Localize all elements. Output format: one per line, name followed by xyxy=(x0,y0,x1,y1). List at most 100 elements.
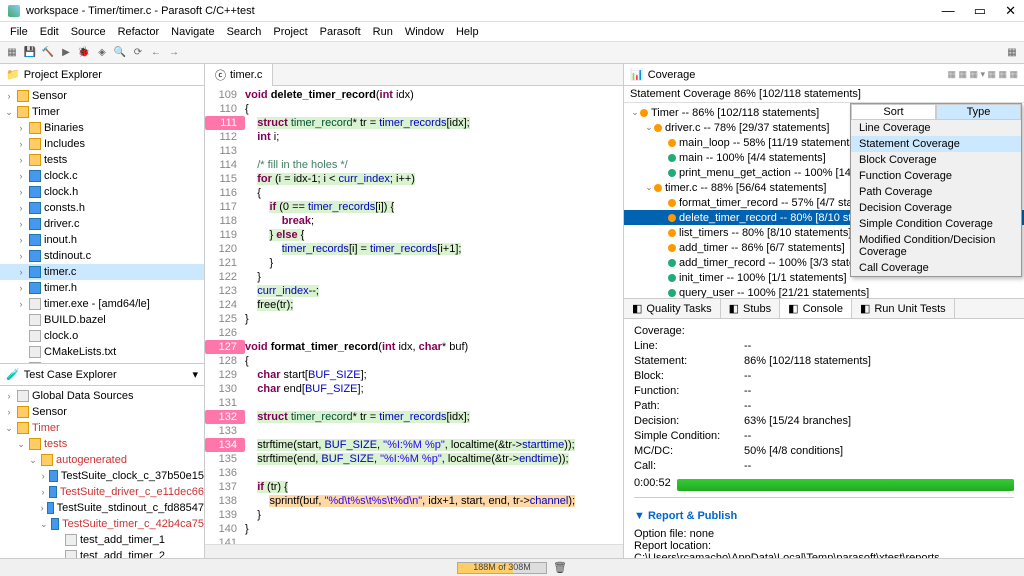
tree-item[interactable]: test_add_timer_2 xyxy=(0,548,204,558)
code-line[interactable]: if (tr) { xyxy=(245,480,288,494)
twisty-icon[interactable]: › xyxy=(16,251,26,261)
code-line[interactable]: break; xyxy=(245,214,314,228)
twisty-icon[interactable]: › xyxy=(16,203,26,213)
code-line[interactable]: /* fill in the holes */ xyxy=(245,158,348,172)
coverage-menu-item[interactable]: Simple Condition Coverage xyxy=(851,216,1021,232)
tree-item[interactable]: ›Global Data Sources xyxy=(0,388,204,404)
test-case-tree[interactable]: ›Global Data Sources›Sensor⌄Timer⌄tests⌄… xyxy=(0,386,204,558)
code-line[interactable]: timer_records[i] = timer_records[i+1]; xyxy=(245,242,461,256)
menu-help[interactable]: Help xyxy=(452,24,483,40)
tree-item[interactable]: BUILD.bazel xyxy=(0,312,204,328)
code-line[interactable]: } else { xyxy=(245,228,304,242)
back-icon[interactable]: ← xyxy=(148,45,164,61)
twisty-icon[interactable]: ⌄ xyxy=(630,107,640,118)
coverage-tab[interactable]: 📊 Coverage ▦ ▦ ▦ ▾ ▦ ▦ ▦ xyxy=(624,64,1024,86)
twisty-icon[interactable]: › xyxy=(4,391,14,401)
coverage-menu-item[interactable]: Block Coverage xyxy=(851,152,1021,168)
menu-window[interactable]: Window xyxy=(401,24,448,40)
close-button[interactable]: ✕ xyxy=(1005,3,1016,18)
editor-scrollbar[interactable] xyxy=(205,544,623,558)
perspective-icon[interactable]: ▦ xyxy=(1004,45,1020,61)
code-line[interactable]: free(tr); xyxy=(245,298,293,312)
twisty-icon[interactable]: › xyxy=(40,487,46,497)
code-line[interactable]: { xyxy=(245,186,261,200)
tree-item[interactable]: clock.o xyxy=(0,328,204,344)
coverage-menu-item[interactable]: Function Coverage xyxy=(851,168,1021,184)
code-line[interactable]: void format_timer_record(int idx, char* … xyxy=(245,340,468,354)
tree-item[interactable]: ›TestSuite_driver_c_e11dec66 xyxy=(0,484,204,500)
maximize-button[interactable]: ▭ xyxy=(974,3,986,18)
memory-gauge[interactable]: 188M of 308M xyxy=(457,562,547,574)
code-line[interactable]: struct timer_record* tr = timer_records[… xyxy=(245,410,470,424)
test-icon[interactable]: ◈ xyxy=(94,45,110,61)
forward-icon[interactable]: → xyxy=(166,45,182,61)
menu-project[interactable]: Project xyxy=(269,24,311,40)
new-icon[interactable]: ▦ xyxy=(4,45,20,61)
code-line[interactable]: for (i = idx-1; i < curr_index; i++) xyxy=(245,172,415,186)
twisty-icon[interactable]: › xyxy=(16,123,26,133)
code-line[interactable]: } xyxy=(245,522,249,536)
twisty-icon[interactable]: › xyxy=(16,219,26,229)
code-line[interactable]: } xyxy=(245,270,261,284)
project-explorer-tree[interactable]: ›Sensor⌄Timer›Binaries›Includes›tests›cl… xyxy=(0,86,204,363)
tree-item[interactable]: ›driver.c xyxy=(0,216,204,232)
twisty-icon[interactable]: ⌄ xyxy=(644,122,654,133)
code-line[interactable]: strftime(start, BUF_SIZE, "%I:%M %p", lo… xyxy=(245,438,575,452)
coverage-menu-item[interactable]: Decision Coverage xyxy=(851,200,1021,216)
save-icon[interactable]: 💾 xyxy=(22,45,38,61)
search-icon[interactable]: 🔍 xyxy=(112,45,128,61)
coverage-menu-item[interactable]: Modified Condition/Decision Coverage xyxy=(851,232,1021,260)
code-editor[interactable]: 109void delete_timer_record(int idx)110{… xyxy=(205,86,623,544)
refresh-icon[interactable]: ⟳ xyxy=(130,45,146,61)
code-line[interactable]: strftime(end, BUF_SIZE, "%I:%M %p", loca… xyxy=(245,452,569,466)
tree-item[interactable]: ›clock.h xyxy=(0,184,204,200)
hammer-icon[interactable]: 🔨 xyxy=(40,45,56,61)
debug-icon[interactable]: 🐞 xyxy=(76,45,92,61)
code-line[interactable]: char start[BUF_SIZE]; xyxy=(245,368,367,382)
tree-item[interactable]: ⌄Timer xyxy=(0,420,204,436)
sort-tab[interactable]: Sort xyxy=(851,104,936,120)
twisty-icon[interactable]: › xyxy=(4,91,14,101)
twisty-icon[interactable]: › xyxy=(16,299,26,309)
twisty-icon[interactable]: › xyxy=(4,407,14,417)
editor-tab-timer-c[interactable]: ⓒ timer.c xyxy=(205,64,273,86)
coverage-tree[interactable]: ⌄Timer -- 86% [102/118 statements]⌄drive… xyxy=(624,103,1024,298)
code-line[interactable]: struct timer_record* tr = timer_records[… xyxy=(245,116,470,130)
twisty-icon[interactable]: › xyxy=(16,171,26,181)
menu-source[interactable]: Source xyxy=(67,24,110,40)
code-line[interactable]: sprintf(buf, "%d\t%s\t%s\t%d\n", idx+1, … xyxy=(245,494,575,508)
coverage-menu-item[interactable]: Statement Coverage xyxy=(851,136,1021,152)
tree-item[interactable]: ›TestSuite_stdinout_c_fd88547 xyxy=(0,500,204,516)
tree-item[interactable]: ›consts.h xyxy=(0,200,204,216)
tree-item[interactable]: ⌄tests xyxy=(0,436,204,452)
coverage-item[interactable]: query_user -- 100% [21/21 statements] xyxy=(624,285,1024,298)
tab-stubs[interactable]: ◧Stubs xyxy=(721,299,781,318)
coverage-menu-item[interactable]: Path Coverage xyxy=(851,184,1021,200)
tree-item[interactable]: test_add_timer_1 xyxy=(0,532,204,548)
code-line[interactable]: curr_index--; xyxy=(245,284,319,298)
twisty-icon[interactable]: ⌄ xyxy=(4,423,14,434)
menu-refactor[interactable]: Refactor xyxy=(114,24,164,40)
tree-item[interactable]: ⌄TestSuite_timer_c_42b4ca75 xyxy=(0,516,204,532)
gc-icon[interactable]: 🗑 xyxy=(553,561,567,574)
tree-item[interactable]: ›timer.h xyxy=(0,280,204,296)
tab-quality-tasks[interactable]: ◧Quality Tasks xyxy=(624,299,721,318)
tree-item[interactable]: ⌄Timer xyxy=(0,104,204,120)
code-line[interactable]: } xyxy=(245,256,273,270)
collapse-icon[interactable]: ▾ xyxy=(192,368,198,381)
tree-item[interactable]: ›Includes xyxy=(0,136,204,152)
coverage-type-menu[interactable]: Sort Type Line CoverageStatement Coverag… xyxy=(850,103,1022,277)
twisty-icon[interactable]: › xyxy=(16,155,26,165)
test-case-explorer-tab[interactable]: 🧪 Test Case Explorer ▾ xyxy=(0,364,204,386)
code-line[interactable]: void delete_timer_record(int idx) xyxy=(245,88,414,102)
code-line[interactable]: char end[BUF_SIZE]; xyxy=(245,382,364,396)
tree-item[interactable]: ›inout.h xyxy=(0,232,204,248)
tab-console[interactable]: ◧Console xyxy=(780,299,852,318)
menu-search[interactable]: Search xyxy=(223,24,266,40)
coverage-menu-item[interactable]: Call Coverage xyxy=(851,260,1021,276)
tree-item[interactable]: CMakeLists.txt xyxy=(0,344,204,360)
twisty-icon[interactable]: ⌄ xyxy=(40,519,48,530)
menu-navigate[interactable]: Navigate xyxy=(167,24,218,40)
tree-item[interactable]: ›timer.exe - [amd64/le] xyxy=(0,296,204,312)
tree-item[interactable]: ›clock.c xyxy=(0,168,204,184)
